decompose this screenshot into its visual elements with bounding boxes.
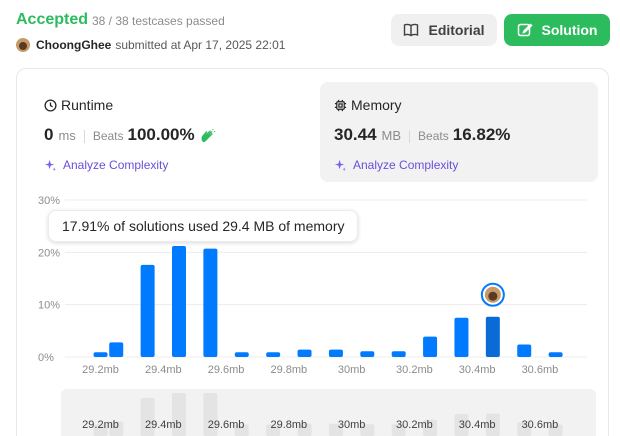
chart-navigator[interactable] — [61, 389, 596, 436]
avatar[interactable] — [16, 38, 30, 52]
runtime-metric: 0 ms Beats 100.00% — [44, 125, 294, 147]
chart-bar[interactable] — [140, 264, 155, 357]
username-link[interactable]: ChoongGhee — [36, 38, 111, 52]
runtime-beats-label: Beats — [92, 129, 124, 143]
chart-bar[interactable] — [93, 352, 108, 357]
chart-bar[interactable] — [234, 352, 249, 357]
clock-icon — [44, 98, 57, 112]
memory-analyze-link[interactable]: Analyze Complexity — [334, 157, 584, 173]
memory-panel[interactable]: Memory 30.44 MB Beats 16.82% Analyze Com… — [320, 82, 598, 182]
runtime-unit: ms — [58, 128, 76, 143]
submission-header: Accepted 38 / 38 testcases passed Choong… — [16, 10, 610, 58]
runtime-analyze-link[interactable]: Analyze Complexity — [44, 157, 294, 173]
chart-bar[interactable] — [328, 349, 343, 357]
testcases-summary: 38 / 38 testcases passed — [92, 14, 225, 28]
chart-bar[interactable] — [517, 344, 532, 357]
divider — [409, 129, 411, 143]
memory-beats-label: Beats — [418, 129, 449, 143]
sparkle-icon — [44, 159, 57, 171]
analyze-label: Analyze Complexity — [63, 158, 169, 172]
chart-bar[interactable] — [423, 336, 438, 357]
chart-bar[interactable] — [172, 246, 186, 357]
runtime-value: 0 — [44, 125, 54, 144]
memory-metric: 30.44 MB Beats 16.82% — [334, 125, 584, 147]
chart-bar[interactable] — [454, 317, 469, 357]
chart-bar[interactable] — [485, 316, 500, 357]
analyze-label: Analyze Complexity — [353, 158, 459, 172]
chart-bar[interactable] — [548, 352, 563, 357]
runtime-panel[interactable]: Runtime 0 ms Beats 100.00% Analyze Compl… — [30, 82, 308, 182]
chip-icon — [334, 99, 347, 111]
memory-value: 30.44 — [334, 125, 377, 144]
chart-bar[interactable] — [266, 352, 281, 357]
solution-button[interactable]: Solution — [504, 14, 610, 46]
memory-title-text: Memory — [351, 97, 402, 113]
solution-label: Solution — [541, 22, 598, 38]
submitter-info: ChoongGhee submitted at Apr 17, 2025 22:… — [16, 37, 285, 53]
memory-unit: MB — [381, 128, 402, 143]
editorial-label: Editorial — [428, 22, 485, 38]
chart-bar[interactable] — [203, 248, 218, 357]
runtime-title-text: Runtime — [61, 97, 114, 113]
edit-icon — [517, 23, 533, 37]
sparkle-icon — [334, 159, 347, 171]
book-icon — [404, 23, 419, 37]
chart-bar[interactable] — [391, 351, 406, 357]
memory-beats-value: 16.82% — [452, 125, 511, 144]
runtime-title: Runtime — [44, 96, 294, 114]
memory-title: Memory — [334, 96, 584, 114]
chart-bar[interactable] — [297, 349, 312, 357]
runtime-beats-value: 100.00% — [127, 125, 195, 144]
divider — [83, 129, 85, 143]
chart-bar[interactable] — [109, 342, 124, 357]
chart-tooltip: 17.91% of solutions used 29.4 MB of memo… — [48, 210, 359, 242]
submitted-time: submitted at Apr 17, 2025 22:01 — [115, 38, 286, 52]
chart-bar[interactable] — [360, 351, 375, 357]
stats-card: Runtime 0 ms Beats 100.00% Analyze Compl… — [16, 68, 609, 436]
submission-status: Accepted — [16, 11, 89, 28]
clap-icon — [201, 129, 216, 143]
editorial-button[interactable]: Editorial — [391, 14, 497, 46]
